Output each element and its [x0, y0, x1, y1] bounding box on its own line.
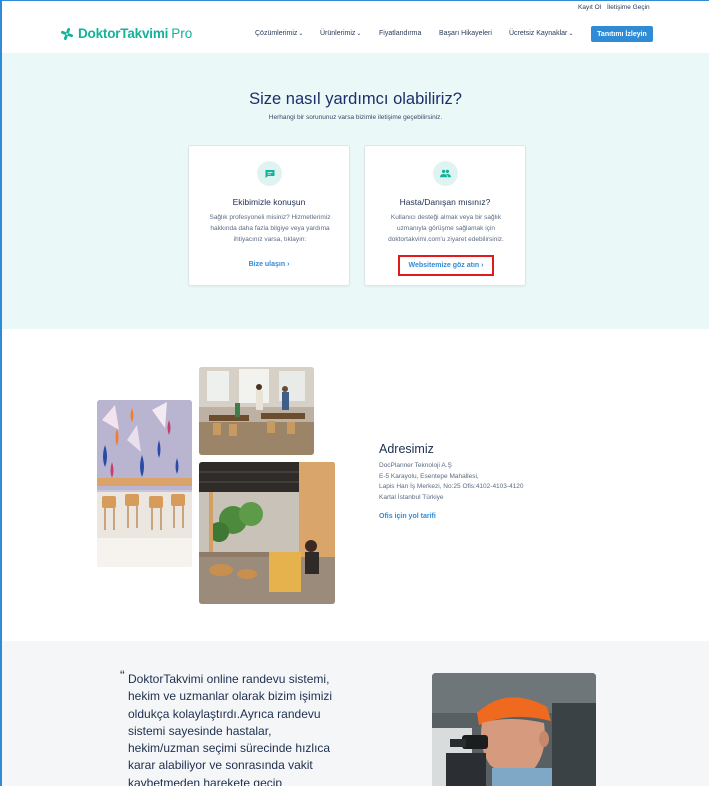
- address-line: E-5 Karayolu, Esentepe Mahallesi,: [379, 472, 479, 480]
- main-nav: DoktorTakvimi Pro Çözümlerimiz⌄ Ürünleri…: [0, 16, 709, 53]
- window-border-top: [0, 0, 709, 1]
- card-title: Ekibimizle konuşun: [232, 197, 306, 207]
- brand-logo[interactable]: DoktorTakvimi Pro: [60, 26, 192, 41]
- testimonial-photo: [432, 673, 596, 786]
- nav-label: Çözümlerimiz: [255, 30, 298, 37]
- quote-line: karar alabiliyor ve sonrasında vakit: [128, 758, 313, 773]
- quote-line: hekim ve uzmanlar olarak bizim işimizi: [128, 689, 333, 704]
- card-patient: Hasta/Danışan mısınız? Kullanıcı desteği…: [364, 145, 526, 286]
- chat-bubble-icon: [257, 161, 282, 186]
- nav-label: Ücretsiz Kaynaklar: [509, 30, 568, 37]
- help-title: Size nasıl yardımcı olabiliriz?: [249, 90, 462, 108]
- chevron-right-icon: ›: [481, 262, 484, 269]
- quote-line: sistemi sayesinde hastalar,: [128, 723, 272, 738]
- brand-name: DoktorTakvimi: [78, 26, 169, 41]
- office-photo-mural: [97, 400, 192, 567]
- desc-line: uzmanıyla görüşme sağlamak için: [397, 225, 495, 232]
- testimonial-section: “ DoktorTakvimi online randevu sistemi, …: [2, 641, 709, 786]
- logo-mark-icon: [60, 27, 74, 40]
- people-icon: [433, 161, 458, 186]
- link-label: Websitemize göz atın: [408, 262, 480, 269]
- chevron-down-icon: ⌄: [568, 31, 574, 37]
- chevron-right-icon: ›: [287, 261, 290, 268]
- chevron-down-icon: ⌄: [356, 31, 362, 37]
- card-description: Kullanıcı desteği almak veya bir sağlık …: [375, 212, 517, 245]
- help-section: Size nasıl yardımcı olabiliriz? Herhangi…: [2, 53, 709, 329]
- nav-item-success-stories[interactable]: Başarı Hikayeleri: [439, 30, 492, 37]
- utility-bar: Kayıt Ol İletişime Geçin: [0, 0, 709, 16]
- address-line: Lapis Han İş Merkezi, No:25 Ofis:4102-41…: [379, 483, 524, 491]
- watch-demo-button[interactable]: Tanıtımı İzleyin: [591, 26, 653, 42]
- contact-link[interactable]: İletişime Geçin: [607, 4, 650, 11]
- card-talk-to-team: Ekibimizle konuşun Sağlık profesyoneli m…: [188, 145, 350, 286]
- address-line: Kartal İstanbul Türkiye: [379, 493, 444, 501]
- quote-line: kaybetmeden harekete geçip: [128, 775, 283, 786]
- nav-label: Fiyatlandırma: [379, 30, 422, 37]
- quote-line: oldukça kolaylaştırdı.Ayrıca randevu: [128, 706, 321, 721]
- office-photo-reception: [199, 462, 335, 604]
- card-description: Sağlık profesyoneli misiniz? Hizmetlerim…: [199, 212, 341, 245]
- register-link[interactable]: Kayıt Ol: [578, 4, 601, 11]
- quote-line: hekim/uzman seçimi sürecinde hızlıca: [128, 741, 331, 756]
- desc-line: Kullanıcı desteği almak veya bir sağlık: [390, 214, 502, 221]
- nav-label: Başarı Hikayeleri: [439, 30, 492, 37]
- nav-item-solutions[interactable]: Çözümlerimiz⌄: [255, 30, 303, 37]
- address-section: Adresimiz DocPlanner Teknoloji A.Ş E-5 K…: [2, 329, 709, 641]
- desc-line: ihtiyacınız varsa, tıklayın:: [233, 236, 307, 243]
- desc-line: doktortakvimi.com'u ziyaret edebilirsini…: [388, 236, 504, 243]
- desc-line: Sağlık profesyoneli misiniz? Hizmetlerim…: [209, 214, 331, 221]
- quote-line: DoktorTakvimi online randevu sistemi,: [128, 672, 330, 686]
- card-title: Hasta/Danışan mısınız?: [399, 197, 491, 207]
- chevron-down-icon: ⌄: [298, 31, 304, 37]
- address-line: DocPlanner Teknoloji A.Ş: [379, 462, 452, 469]
- address-lines: DocPlanner Teknoloji A.Ş E-5 Karayolu, E…: [379, 461, 524, 503]
- link-label: Bize ulaşın: [248, 261, 286, 268]
- brand-suffix: Pro: [171, 26, 193, 41]
- address-title: Adresimiz: [379, 442, 434, 456]
- quote-mark-icon: “: [120, 667, 125, 683]
- desc-line: hakkında daha fazla bilgiye veya yardıma: [210, 225, 330, 232]
- nav-item-pricing[interactable]: Fiyatlandırma: [379, 30, 421, 37]
- office-photo-people: [199, 367, 314, 455]
- visit-website-link[interactable]: Websitemize göz atın ›: [398, 255, 494, 276]
- office-directions-link[interactable]: Ofis için yol tarifi: [379, 513, 436, 520]
- nav-label: Ürünlerimiz: [320, 30, 356, 37]
- window-border-left: [0, 0, 2, 786]
- contact-us-link[interactable]: Bize ulaşın ›: [189, 261, 349, 268]
- nav-item-free-resources[interactable]: Ücretsiz Kaynaklar⌄: [509, 30, 573, 37]
- help-subtitle: Herhangi bir sorununuz varsa bizimle ile…: [268, 114, 443, 121]
- testimonial-quote: DoktorTakvimi online randevu sistemi, he…: [128, 671, 368, 786]
- nav-item-products[interactable]: Ürünlerimiz⌄: [320, 30, 361, 37]
